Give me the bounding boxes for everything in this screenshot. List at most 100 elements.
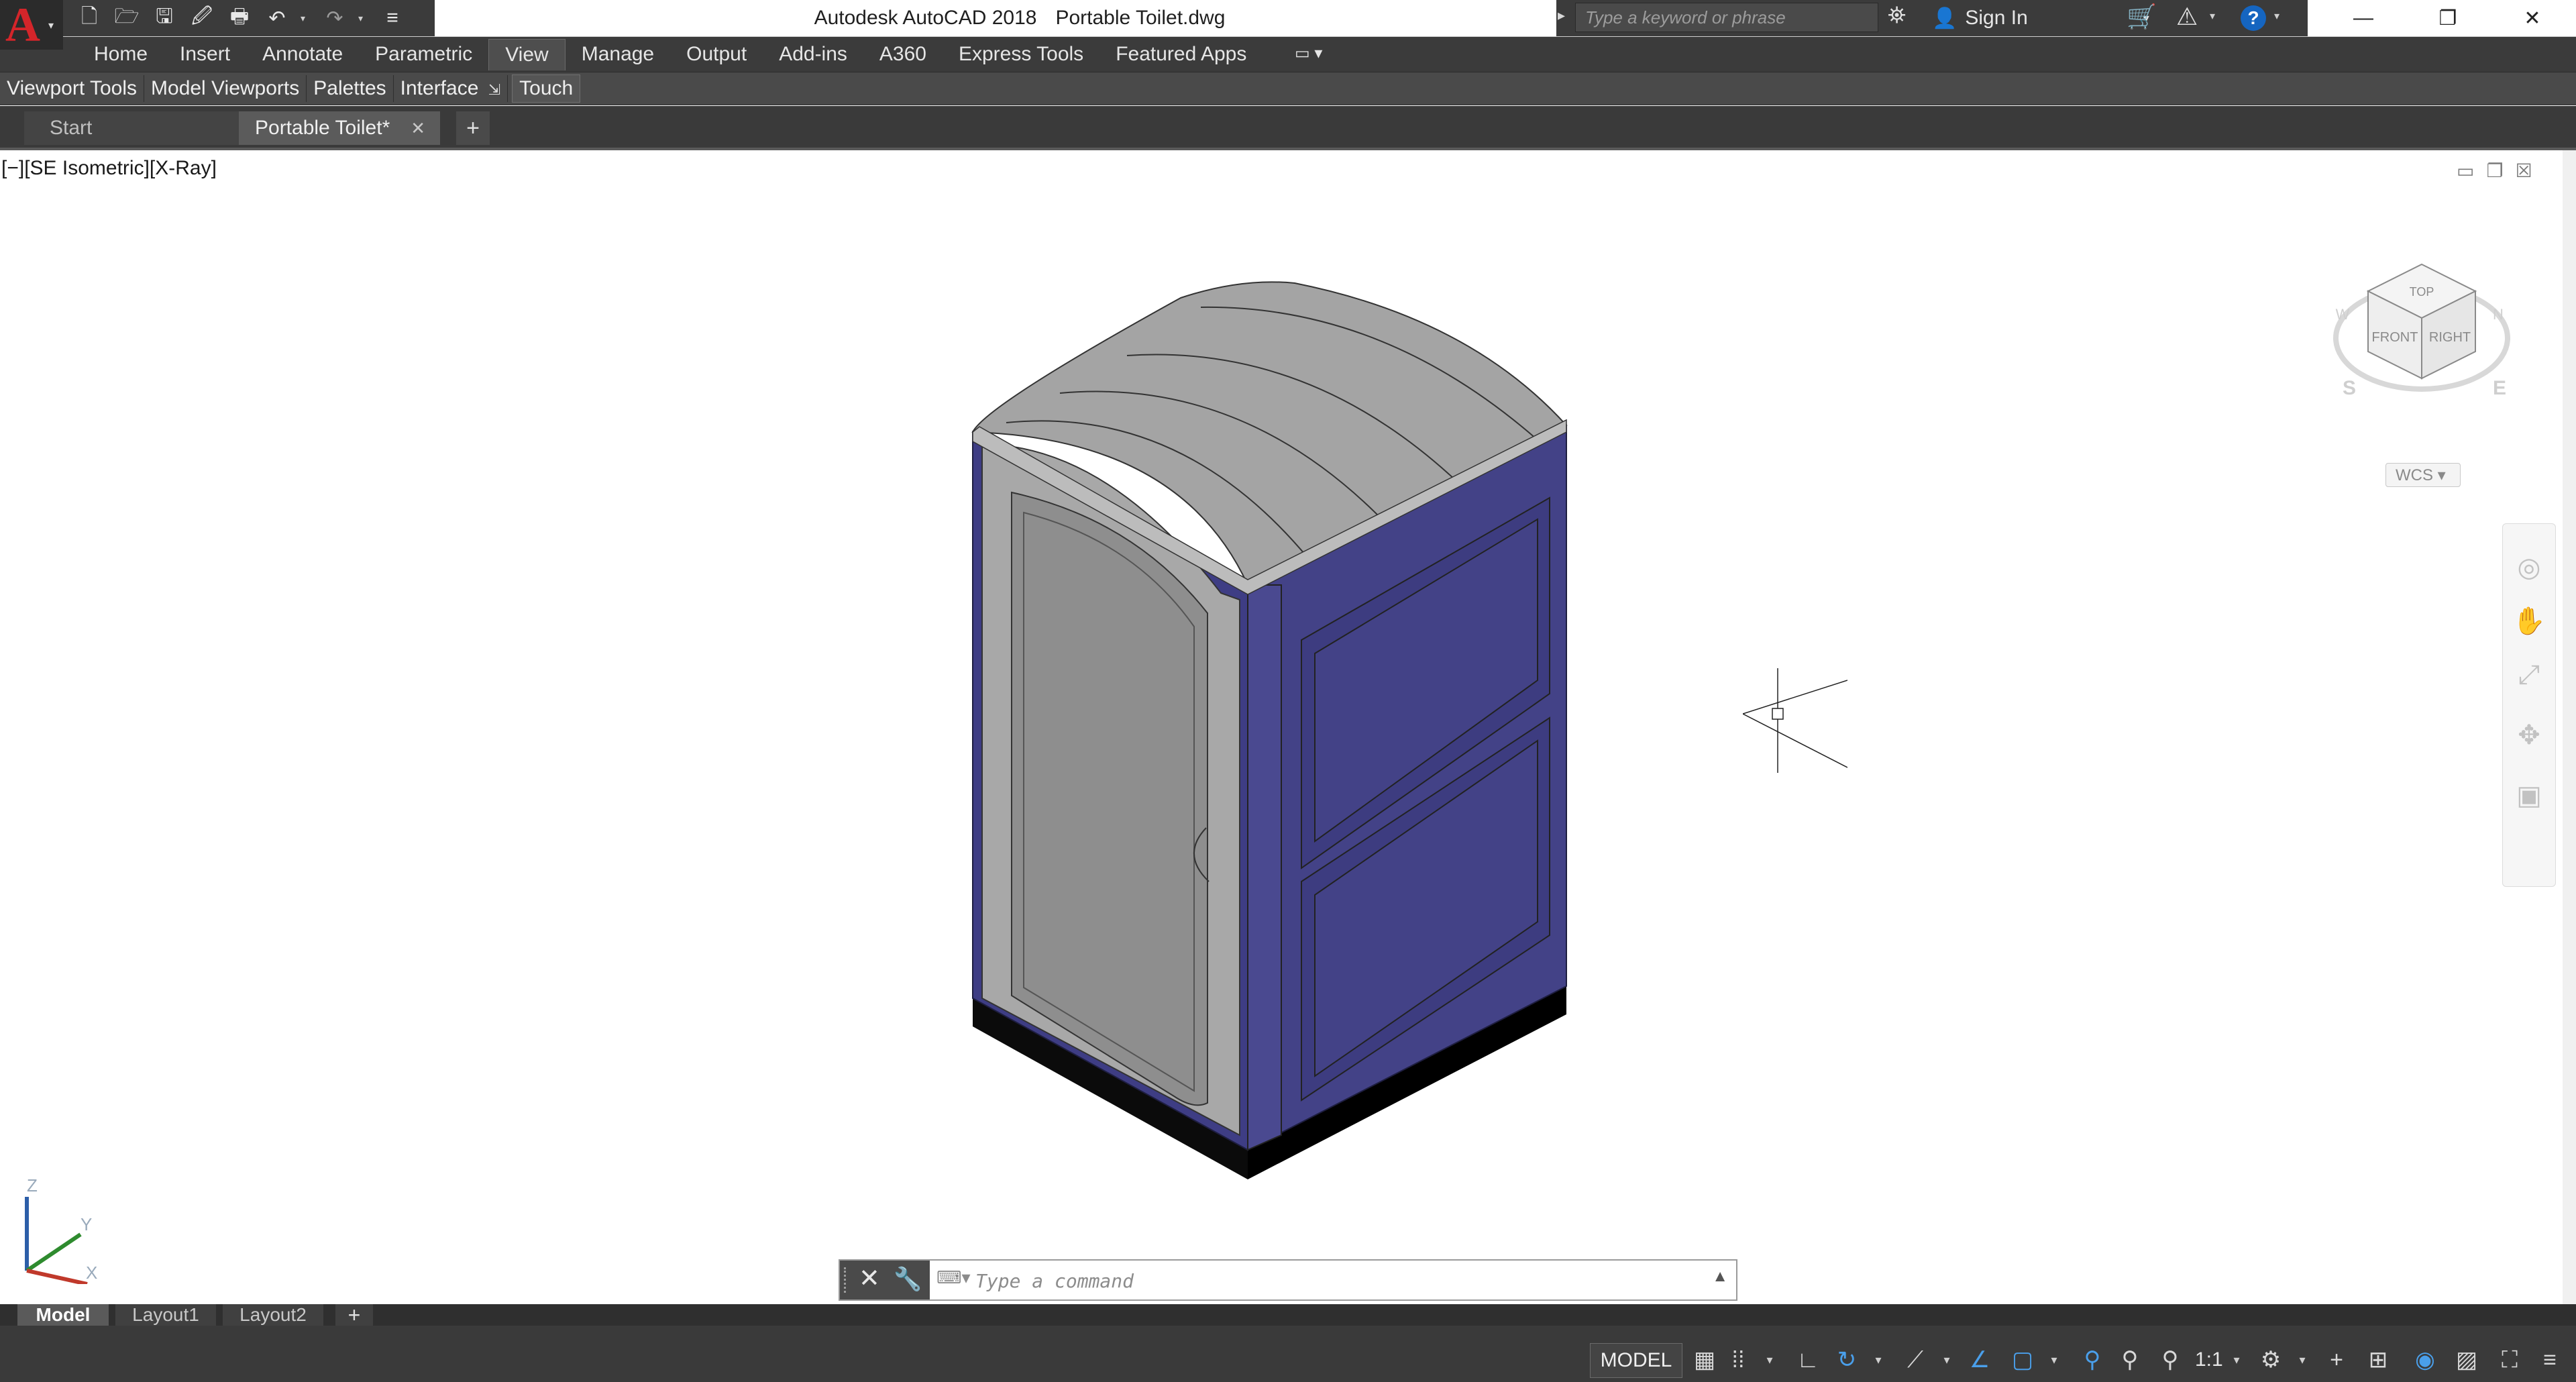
file-tab-portable-toilet[interactable]: Portable Toilet* ✕ <box>239 111 440 145</box>
panel-touch[interactable]: Touch <box>512 74 581 103</box>
tab-add-ins[interactable]: Add-ins <box>763 39 863 70</box>
application-menu-button[interactable]: A ▾ <box>0 0 63 52</box>
vertical-scrollbar[interactable] <box>2563 150 2576 1304</box>
chevron-down-icon[interactable]: ▾ <box>2274 9 2279 23</box>
zoom-extents-icon[interactable]: ⤢ <box>2512 658 2546 692</box>
customization-menu-icon[interactable]: ≡ <box>2533 1343 2567 1377</box>
chevron-down-icon[interactable]: ▾ <box>2046 1343 2062 1377</box>
minimize-icon[interactable]: — <box>2321 0 2406 36</box>
object-snap-tracking-icon[interactable]: ∠ <box>1963 1343 1996 1377</box>
save-as-icon[interactable]: 🖉 <box>188 4 216 32</box>
showmotion-icon[interactable]: ▣ <box>2512 779 2546 812</box>
viewport-controls-label[interactable]: [−][SE Isometric][X-Ray] <box>1 157 217 180</box>
viewcube-front-label[interactable]: FRONT <box>2372 330 2418 345</box>
tab-featured-apps[interactable]: Featured Apps <box>1099 39 1263 70</box>
add-layout-icon[interactable]: + <box>335 1304 373 1326</box>
workspace-gear-icon[interactable]: ⚙ <box>2254 1343 2288 1377</box>
chevron-down-icon[interactable]: ▾ <box>1870 1343 1886 1377</box>
tab-home[interactable]: Home <box>78 39 164 70</box>
tab-express-tools[interactable]: Express Tools <box>943 39 1099 70</box>
undo-dropdown-icon[interactable]: ▾ <box>301 13 311 24</box>
restore-icon[interactable]: ❐ <box>2406 0 2490 36</box>
layout-tab-layout2[interactable]: Layout2 <box>223 1304 323 1326</box>
portable-toilet-3d-model[interactable] <box>959 237 1576 1204</box>
pan-hand-icon[interactable]: ✋ <box>2512 604 2546 638</box>
open-folder-icon[interactable]: 🗁 <box>113 4 141 32</box>
drawing-viewport[interactable]: [−][SE Isometric][X-Ray] ▭ ❐ ☒ TOP FRONT… <box>0 150 2563 1304</box>
compass-s-label[interactable]: S <box>2343 377 2356 399</box>
model-space-toggle[interactable]: MODEL <box>1590 1343 1682 1378</box>
wcs-menu[interactable]: WCS ▾ <box>2385 463 2461 487</box>
hardware-acceleration-icon[interactable]: ▨ <box>2450 1343 2483 1377</box>
compass-e-label[interactable]: E <box>2493 377 2506 399</box>
close-icon[interactable]: ✕ <box>2490 0 2575 36</box>
grid-icon[interactable]: ▦ <box>1688 1343 1721 1377</box>
new-tab-icon[interactable]: + <box>456 111 490 145</box>
tab-manage[interactable]: Manage <box>566 39 670 70</box>
tab-output[interactable]: Output <box>670 39 763 70</box>
minimize-viewport-icon[interactable]: ▭ <box>2457 160 2474 182</box>
auto-scale-icon[interactable]: ⚲ <box>2113 1343 2147 1377</box>
orbit-icon[interactable]: ✥ <box>2512 719 2546 752</box>
file-tab-start[interactable]: Start <box>24 111 239 145</box>
tab-annotate[interactable]: Annotate <box>246 39 359 70</box>
annotation-scale-icon[interactable]: ⚲ <box>2153 1343 2187 1377</box>
panel-model-viewports[interactable]: Model Viewports <box>144 75 307 102</box>
annotation-scale-value[interactable]: 1:1 <box>2195 1343 2223 1377</box>
customize-toolbar-icon[interactable]: ≡ <box>378 4 407 32</box>
annotation-monitor-icon[interactable]: + <box>2320 1343 2353 1377</box>
redo-icon[interactable]: ↷ <box>321 4 349 32</box>
restore-viewport-icon[interactable]: ❐ <box>2486 160 2503 182</box>
ribbon-display-toggle-icon[interactable]: ▭ ▾ <box>1295 44 1322 63</box>
units-icon[interactable]: ⊞ <box>2361 1343 2395 1377</box>
chevron-down-icon[interactable]: ▾ <box>2210 9 2215 23</box>
tab-insert[interactable]: Insert <box>164 39 246 70</box>
viewcube-right-label[interactable]: RIGHT <box>2429 330 2471 345</box>
clean-screen-icon[interactable]: ⛶ <box>2493 1343 2526 1377</box>
tab-parametric[interactable]: Parametric <box>359 39 488 70</box>
chevron-down-icon[interactable]: ▾ <box>1762 1343 1778 1377</box>
panel-interface[interactable]: Interface ⇲ <box>394 75 508 102</box>
search-input[interactable]: Type a keyword or phrase <box>1575 3 1878 32</box>
tab-view[interactable]: View <box>488 38 566 70</box>
close-viewport-icon[interactable]: ☒ <box>2516 160 2532 182</box>
help-icon[interactable]: ? <box>2241 5 2266 31</box>
wrench-icon[interactable]: 🔧 <box>894 1266 922 1293</box>
steering-wheel-icon[interactable]: ◎ <box>2512 551 2546 584</box>
print-icon[interactable]: 🖶 <box>225 4 254 32</box>
compass-n-label[interactable]: N <box>2493 306 2504 323</box>
drag-handle[interactable] <box>844 1267 851 1293</box>
close-icon[interactable]: ✕ <box>859 1263 880 1293</box>
compass-w-label[interactable]: W <box>2336 306 2350 323</box>
chevron-down-icon[interactable]: ▾ <box>2229 1343 2245 1377</box>
ortho-icon[interactable]: ∟ <box>1791 1343 1825 1377</box>
annotation-visibility-icon[interactable]: ⚲ <box>2076 1343 2109 1377</box>
redo-dropdown-icon[interactable]: ▾ <box>358 13 369 24</box>
a360-icon[interactable]: ⚠ <box>2176 3 2198 31</box>
chevron-down-icon[interactable]: ▾ <box>2294 1343 2310 1377</box>
panel-palettes[interactable]: Palettes <box>307 75 394 102</box>
expand-search-icon[interactable]: ▸ <box>1558 7 1565 24</box>
command-input[interactable] <box>974 1261 1701 1301</box>
sign-in-button[interactable]: 👤 Sign In ▾ <box>1932 0 2149 36</box>
new-file-icon[interactable]: 🗋 <box>75 4 103 32</box>
viewcube[interactable]: TOP FRONT RIGHT W N S E <box>2328 258 2516 459</box>
isodraft-icon[interactable]: ⟋ <box>1898 1343 1932 1377</box>
object-snap-icon[interactable]: ▢ <box>2006 1343 2039 1377</box>
polar-tracking-icon[interactable]: ↻ <box>1830 1343 1864 1377</box>
cart-icon[interactable]: 🛒 <box>2127 3 2157 31</box>
layout-tab-model[interactable]: Model <box>17 1304 109 1326</box>
dialog-launcher-icon[interactable]: ⇲ <box>488 81 500 98</box>
close-tab-icon[interactable]: ✕ <box>411 111 425 145</box>
snap-icon[interactable]: ⁞⁞ <box>1721 1343 1755 1377</box>
chevron-down-icon[interactable]: ▾ <box>1939 1343 1955 1377</box>
layout-tab-layout1[interactable]: Layout1 <box>115 1304 216 1326</box>
save-icon[interactable]: 🖫 <box>150 4 178 32</box>
tab-a360[interactable]: A360 <box>863 39 943 70</box>
isolate-objects-icon[interactable]: ◉ <box>2408 1343 2442 1377</box>
command-history-icon[interactable]: ▲ <box>1712 1267 1728 1286</box>
command-prompt-icon[interactable]: ⌨▾ <box>936 1267 971 1291</box>
binoculars-search-icon[interactable]: ⛯ <box>1888 3 1906 29</box>
panel-viewport-tools[interactable]: Viewport Tools <box>0 75 145 102</box>
viewcube-top-label[interactable]: TOP <box>2410 285 2434 299</box>
